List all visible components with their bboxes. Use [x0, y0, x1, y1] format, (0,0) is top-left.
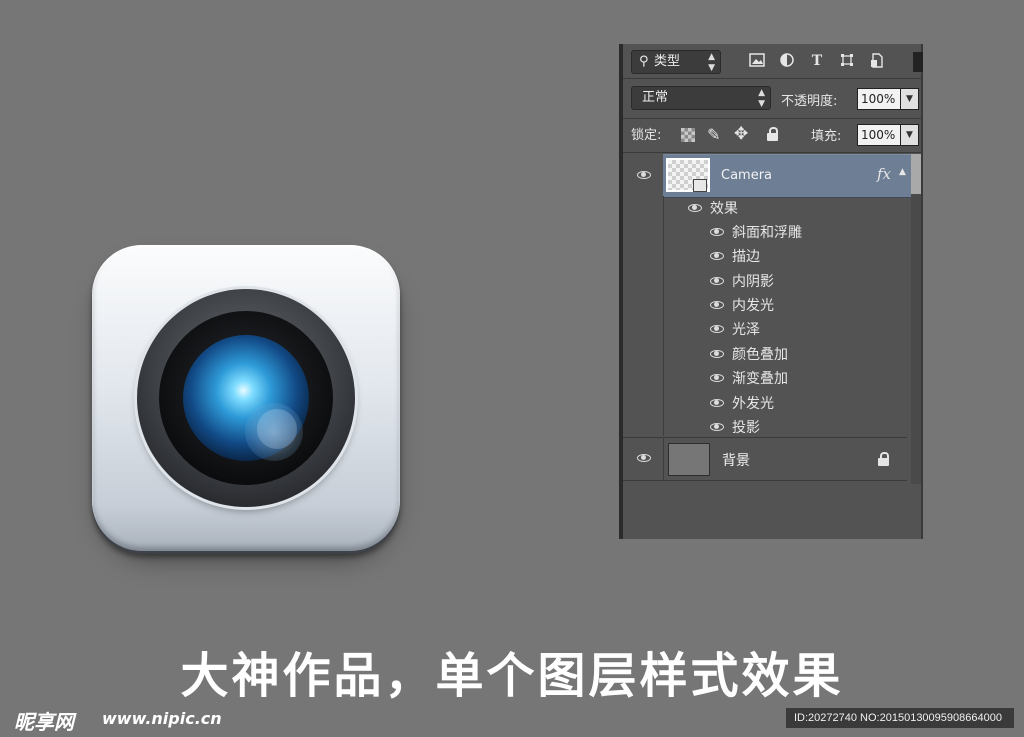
updown-arrows-icon: ▲ ▼	[758, 88, 765, 109]
effect-eye-icon[interactable]	[710, 399, 724, 407]
effect-color-overlay[interactable]: 颜色叠加	[732, 344, 788, 368]
layer-visibility-eye-icon[interactable]	[637, 171, 651, 179]
divider	[623, 118, 921, 119]
effect-outer-glow[interactable]: 外发光	[732, 393, 774, 417]
layer-visibility-eye-icon[interactable]	[637, 454, 651, 462]
layers-panel: ⚲ 类型 ▲ ▼ T 正常 ▲ ▼ 不透明度: 100% ▼ 锁定: ✎ ✥ 填充:…	[619, 44, 923, 539]
effect-eye-icon[interactable]	[710, 277, 724, 285]
effects-list: 效果 斜面和浮雕 描边 内阴影 内发光 光泽 颜色叠加 渐变叠加 外发光 投影	[663, 196, 912, 436]
fx-expand-arrow-icon[interactable]: ▲	[899, 167, 906, 177]
search-icon: ⚲	[639, 54, 649, 69]
blend-mode-select[interactable]: 正常 ▲ ▼	[631, 86, 771, 110]
lock-label: 锁定:	[631, 128, 662, 143]
layer-name: 背景	[722, 453, 750, 469]
image-filter-icon[interactable]	[749, 53, 765, 69]
updown-arrows-icon: ▲ ▼	[708, 52, 715, 73]
fill-dropdown-arrow[interactable]: ▼	[901, 124, 919, 146]
layer-thumbnail	[668, 443, 710, 476]
effect-stroke[interactable]: 描边	[732, 246, 760, 270]
lens-flare-small	[257, 409, 297, 449]
fill-label: 填充:	[811, 129, 842, 144]
effect-eye-icon[interactable]	[710, 301, 724, 309]
site-url: www.nipic.cn	[102, 709, 222, 728]
effect-gradient-overlay[interactable]: 渐变叠加	[732, 368, 788, 392]
opacity-label: 不透明度:	[781, 94, 838, 109]
type-filter-icon[interactable]: T	[809, 53, 825, 69]
effect-inner-shadow[interactable]: 内阴影	[732, 271, 774, 295]
effect-eye-icon[interactable]	[710, 350, 724, 358]
filter-kind-value: 类型	[654, 54, 681, 69]
filter-kind-select[interactable]: ⚲ 类型 ▲ ▼	[631, 50, 721, 74]
lock-position-icon[interactable]: ✥	[734, 124, 748, 144]
smart-object-filter-icon[interactable]	[869, 53, 885, 69]
lens-outer-ring	[137, 289, 355, 507]
layer-row-background[interactable]: 背景	[663, 438, 912, 480]
lens-barrel	[159, 311, 333, 485]
opacity-dropdown-arrow[interactable]: ▼	[901, 88, 919, 110]
effect-eye-icon[interactable]	[710, 325, 724, 333]
shape-filter-icon[interactable]	[839, 53, 855, 69]
image-id-bar: ID:20272740 NO:20150130095908664000	[786, 708, 1014, 728]
caption-text: 大神作品，单个图层样式效果	[180, 648, 844, 704]
layer-row-camera[interactable]: Camera fx ▲	[663, 154, 911, 198]
effects-header: 效果	[710, 201, 738, 217]
effect-satin[interactable]: 光泽	[732, 319, 760, 343]
lock-transparent-pixels-icon[interactable]	[681, 128, 695, 142]
scrollbar-thumb[interactable]	[911, 154, 921, 194]
effect-eye-icon[interactable]	[710, 374, 724, 382]
effect-eye-icon[interactable]	[710, 228, 724, 236]
site-logo: 昵享网	[14, 710, 74, 734]
lock-all-icon[interactable]	[767, 127, 778, 141]
lock-image-pixels-icon[interactable]: ✎	[707, 125, 720, 144]
divider	[623, 152, 921, 153]
adjustment-filter-icon[interactable]	[779, 53, 795, 69]
effect-eye-icon[interactable]	[710, 252, 724, 260]
effect-eye-icon[interactable]	[710, 423, 724, 431]
effect-bevel-emboss[interactable]: 斜面和浮雕	[732, 222, 802, 246]
smart-object-badge-icon	[693, 179, 707, 192]
layer-lock-icon	[878, 452, 889, 466]
opacity-input[interactable]: 100%	[857, 88, 901, 110]
effects-visibility-eye-icon[interactable]	[688, 204, 702, 212]
icon-rounded-base	[92, 245, 400, 551]
divider	[623, 78, 921, 79]
fx-icon[interactable]: fx	[877, 165, 891, 183]
effect-inner-glow[interactable]: 内发光	[732, 295, 774, 319]
filter-toggle-switch[interactable]	[913, 52, 923, 72]
fill-input[interactable]: 100%	[857, 124, 901, 146]
camera-app-icon	[92, 245, 402, 557]
divider	[623, 480, 907, 481]
blend-mode-value: 正常	[642, 90, 669, 105]
layers-scrollbar[interactable]	[911, 154, 921, 484]
layer-name: Camera	[721, 168, 773, 183]
